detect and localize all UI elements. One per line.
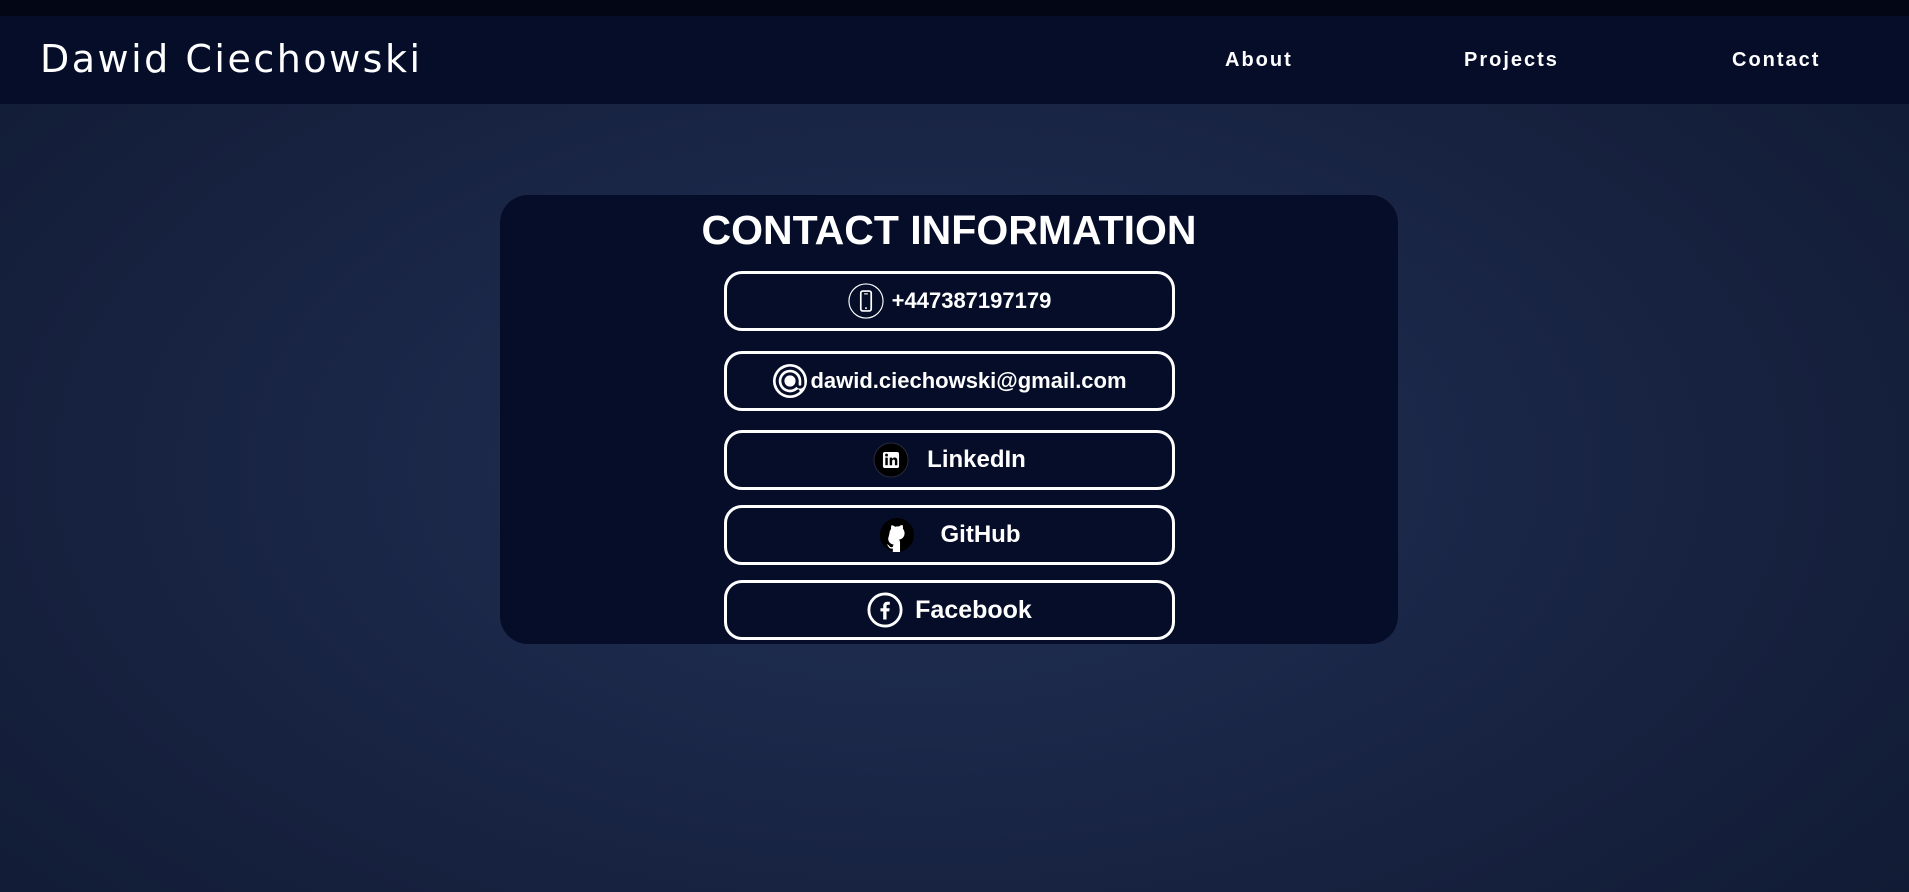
linkedin-label: LinkedIn bbox=[927, 446, 1026, 473]
email-button[interactable]: dawid.ciechowski@gmail.com bbox=[724, 351, 1175, 411]
navbar: Dawid Ciechowski About Projects Contact bbox=[0, 16, 1909, 104]
github-label: GitHub bbox=[940, 521, 1021, 548]
email-label: dawid.ciechowski@gmail.com bbox=[810, 368, 1127, 393]
github-button[interactable]: GitHub bbox=[724, 505, 1175, 565]
at-sign-icon bbox=[772, 363, 808, 399]
site-brand[interactable]: Dawid Ciechowski bbox=[40, 37, 423, 81]
nav-link-contact[interactable]: Contact bbox=[1732, 49, 1820, 72]
top-strip bbox=[0, 0, 1909, 16]
contact-card: CONTACT INFORMATION +447387197179 dawid.… bbox=[500, 195, 1398, 644]
phone-label: +447387197179 bbox=[891, 288, 1052, 313]
phone-icon bbox=[848, 283, 884, 319]
facebook-icon bbox=[867, 592, 903, 628]
linkedin-button[interactable]: LinkedIn bbox=[724, 430, 1175, 490]
nav-link-about[interactable]: About bbox=[1225, 49, 1293, 72]
facebook-button[interactable]: Facebook bbox=[724, 580, 1175, 640]
linkedin-icon bbox=[873, 442, 909, 478]
github-icon bbox=[879, 517, 915, 553]
phone-button[interactable]: +447387197179 bbox=[724, 271, 1175, 331]
facebook-label: Facebook bbox=[915, 595, 1032, 624]
nav-link-projects[interactable]: Projects bbox=[1464, 49, 1559, 72]
contact-title: CONTACT INFORMATION bbox=[701, 207, 1197, 253]
